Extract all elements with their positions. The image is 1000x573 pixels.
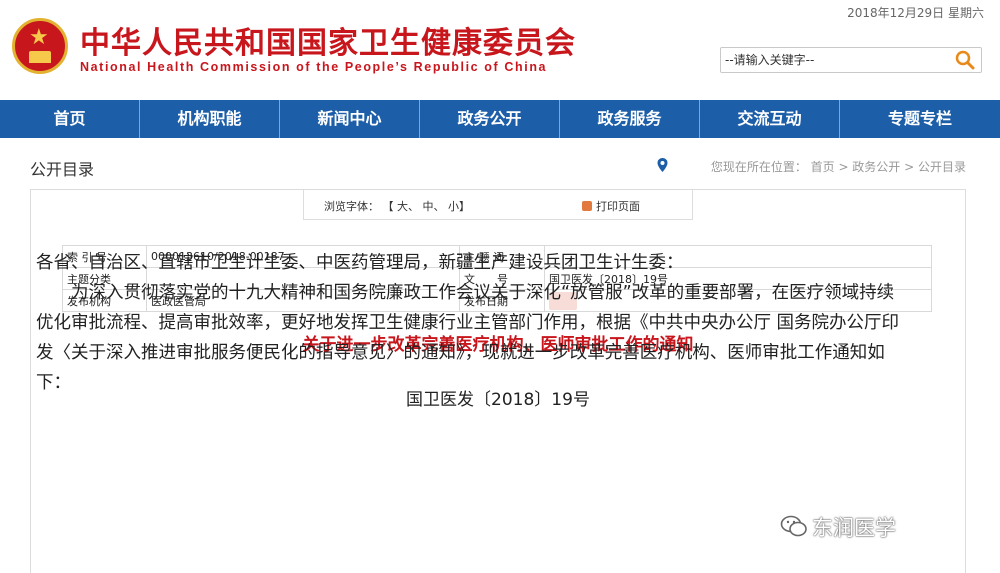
breadcrumb-bar: 公开目录 您现在所在位置： 首页 > 政务公开 > 公开目录 (0, 138, 1000, 190)
main-nav: 首页 机构职能 新闻中心 政务公开 政务服务 交流互动 专题专栏 (0, 100, 1000, 138)
page-title: 公开目录 (30, 160, 95, 179)
nav-home[interactable]: 首页 (0, 100, 140, 138)
site-title-en: National Health Commission of the People… (80, 60, 548, 74)
nav-news[interactable]: 新闻中心 (280, 100, 420, 138)
nav-interaction[interactable]: 交流互动 (700, 100, 840, 138)
document-body: 各省、自治区、直辖市卫生计生委、中医药管理局，新疆生产建设兵团卫生计生委： 为深… (36, 248, 906, 398)
watermark-text: 东润医学 (812, 516, 896, 540)
wechat-logo-icon (780, 515, 807, 537)
search-input[interactable] (721, 48, 941, 72)
toolbar: 浏览字体： 【 大、 中、 小】 打印页面 (31, 190, 965, 220)
breadcrumb[interactable]: 您现在所在位置： 首页 > 政务公开 > 公开目录 (711, 158, 966, 175)
nav-organization[interactable]: 机构职能 (140, 100, 280, 138)
recipients: 各省、自治区、直辖市卫生计生委、中医药管理局，新疆生产建设兵团卫生计生委： (36, 253, 684, 273)
font-size-label: 浏览字体： (324, 200, 379, 213)
toolbar-center: 浏览字体： 【 大、 中、 小】 打印页面 (303, 190, 693, 220)
search-icon[interactable] (953, 49, 977, 71)
national-emblem-icon: ★ (12, 18, 68, 74)
print-icon (582, 201, 592, 211)
site-title-cn[interactable]: 中华人民共和国国家卫生健康委员会 (80, 18, 576, 62)
font-size-control[interactable]: 浏览字体： 【 大、 中、 小】 (324, 198, 470, 214)
location-pin-icon (657, 158, 668, 172)
nav-gov-services[interactable]: 政务服务 (560, 100, 700, 138)
print-label: 打印页面 (596, 200, 640, 213)
print-button[interactable]: 打印页面 (582, 198, 640, 214)
site-header: ★ 中华人民共和国国家卫生健康委员会 National Health Commi… (0, 0, 1000, 100)
search-box (720, 47, 982, 73)
nav-topics[interactable]: 专题专栏 (840, 100, 1000, 138)
body-paragraph: 为深入贯彻落实党的十九大精神和国务院廉政工作会议关于深化“放管服”改革的重要部署… (36, 283, 900, 393)
font-size-options[interactable]: 【 大、 中、 小】 (383, 200, 471, 213)
current-date: 2018年12月29日 星期六 (847, 6, 984, 20)
nav-gov-affairs[interactable]: 政务公开 (420, 100, 560, 138)
